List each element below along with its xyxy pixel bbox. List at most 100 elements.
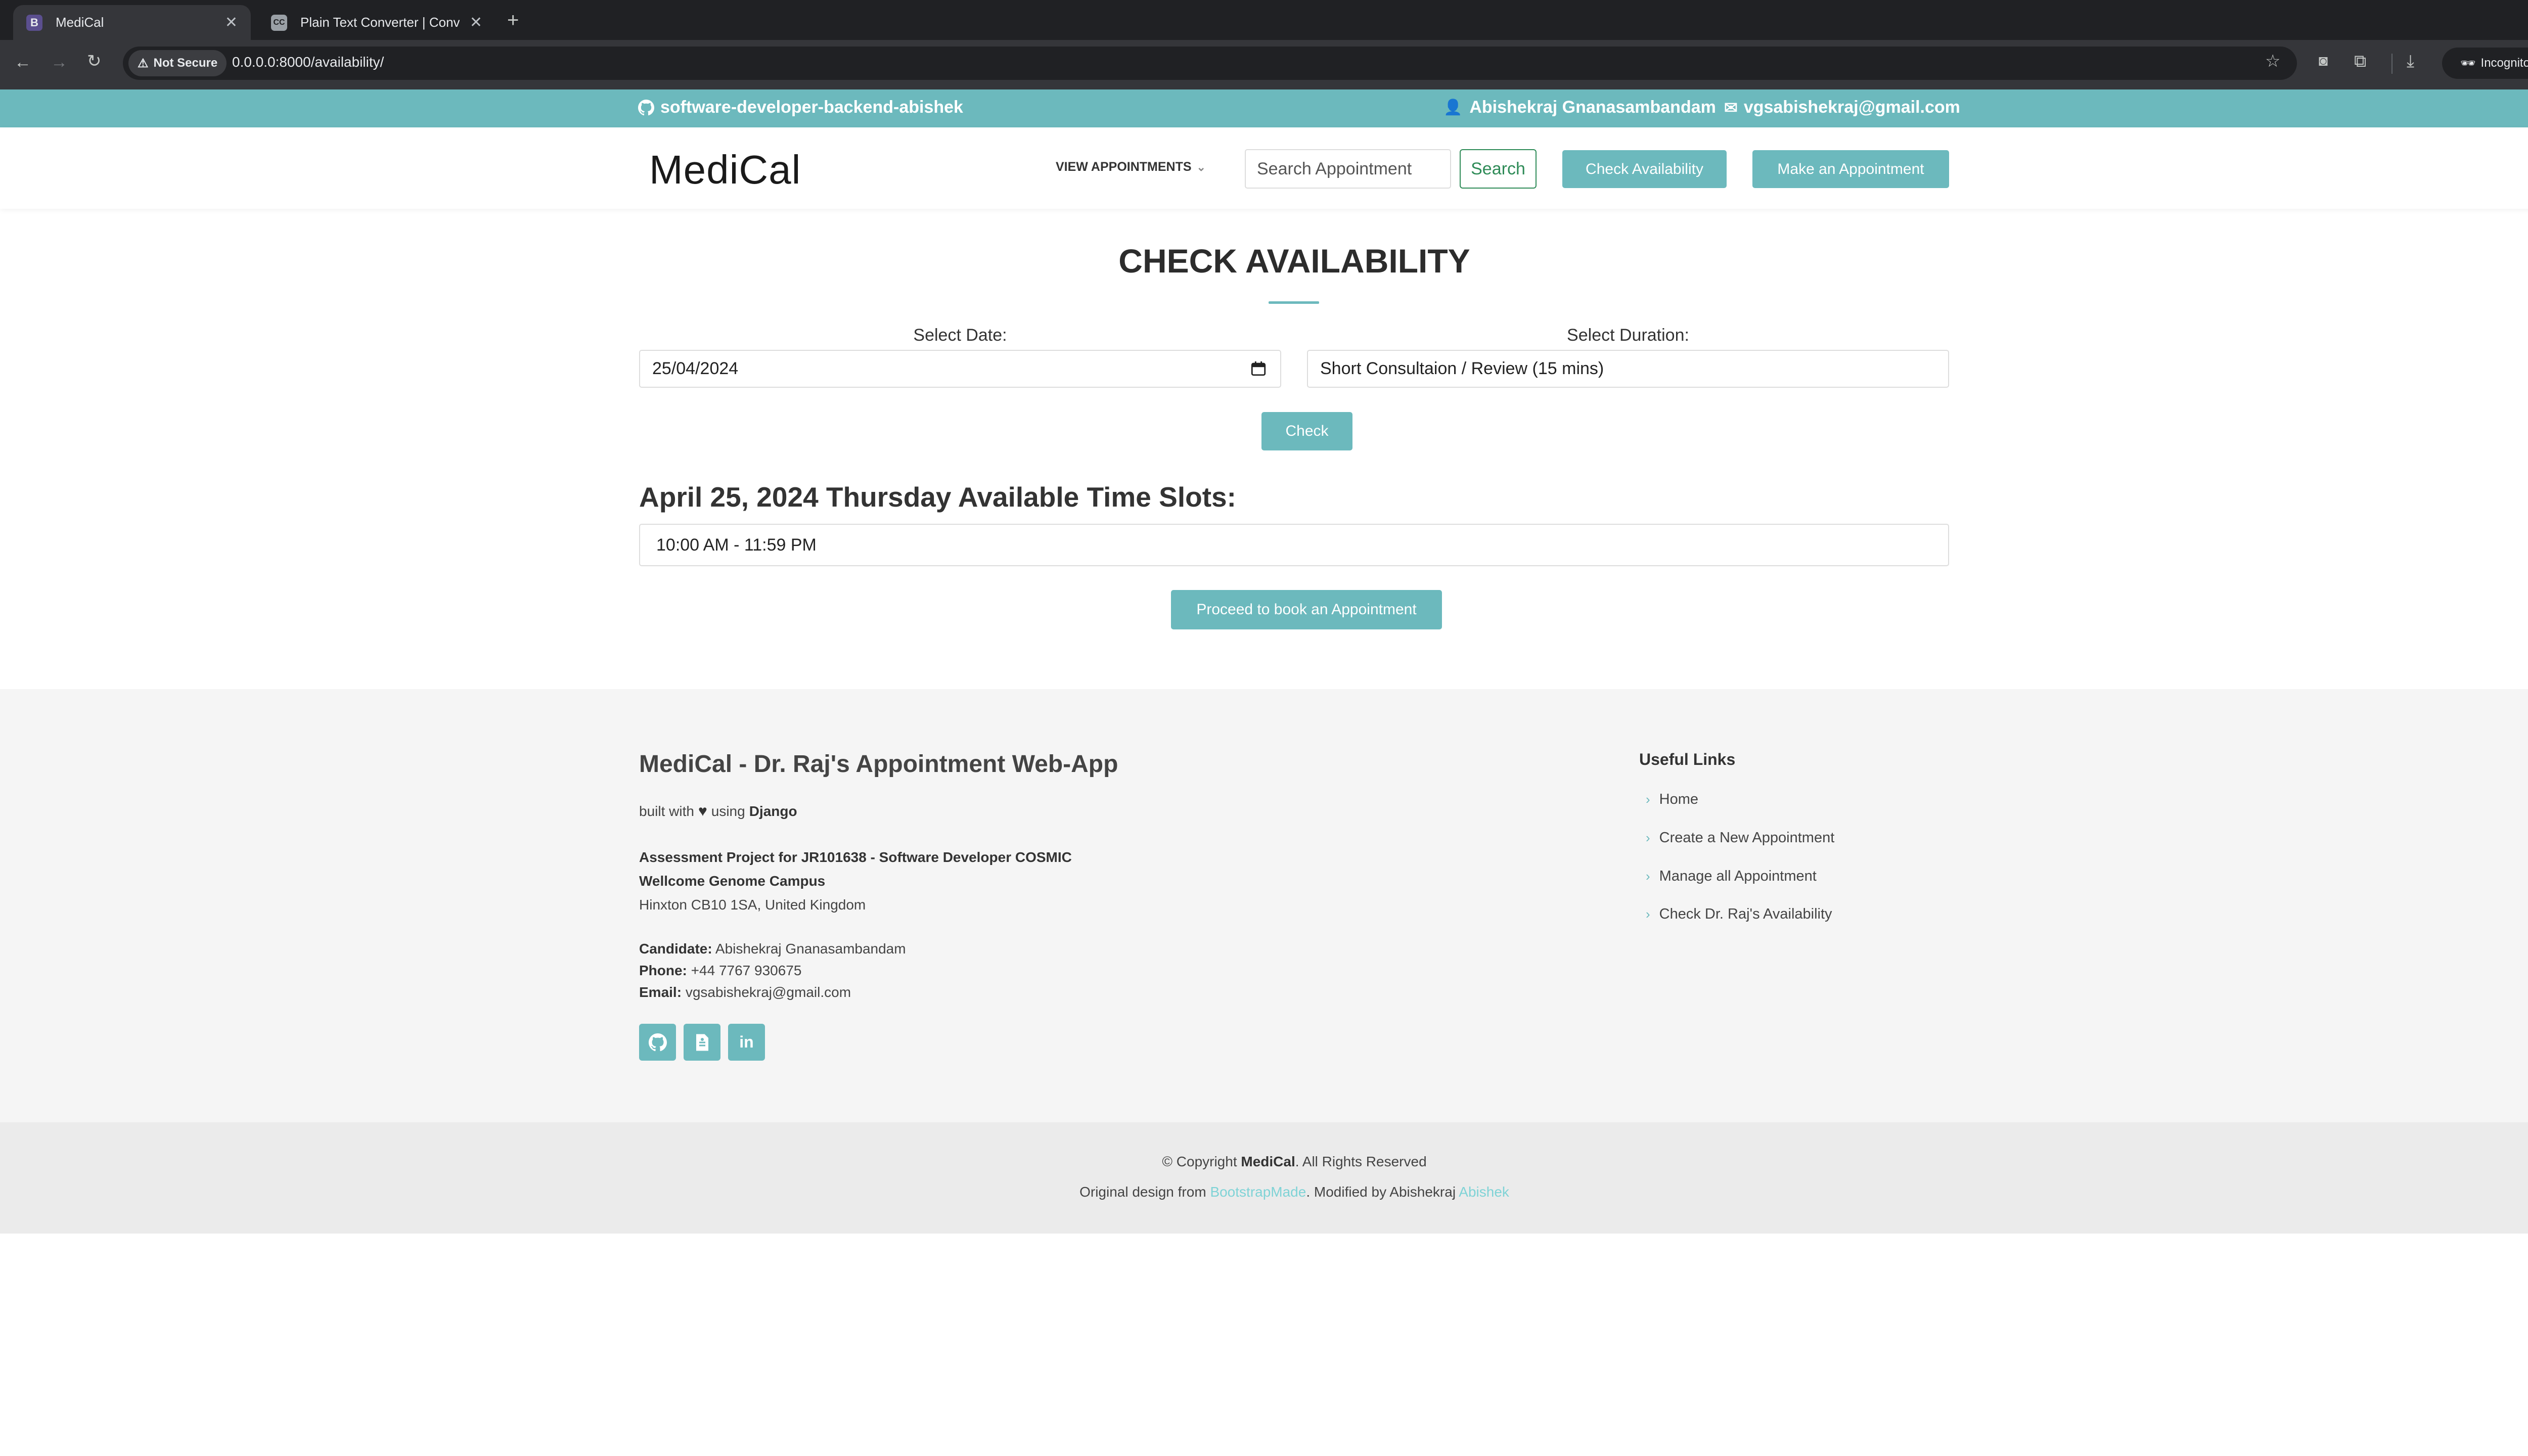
incognito-label: Incognito <box>2480 56 2528 70</box>
footer-link-label: Home <box>1659 791 1699 807</box>
copyright-suffix: . All Rights Reserved <box>1295 1154 1427 1169</box>
check-button[interactable]: Check <box>1261 412 1352 450</box>
document-icon <box>696 1034 708 1051</box>
tab-title: MediCal <box>56 15 104 30</box>
using-text: using <box>711 803 745 819</box>
toolbar-divider <box>2391 54 2392 74</box>
footer-link-label: Manage all Appointment <box>1659 868 1817 884</box>
footer-link-label: Check Dr. Raj's Availability <box>1659 906 1832 922</box>
security-chip[interactable]: ⚠ Not Secure <box>128 50 227 76</box>
duration-label: Select Duration: <box>1567 326 1689 345</box>
new-tab-icon[interactable]: + <box>507 10 519 30</box>
footer-link-manage-appointments[interactable]: › Manage all Appointment <box>1646 868 1817 885</box>
duration-select[interactable]: Short Consultaion / Review (15 mins) <box>1307 350 1949 388</box>
doctor-info: 👤 Abishekraj Gnanasambandam <box>1443 98 1716 117</box>
time-slot-item[interactable]: 10:00 AM - 11:59 PM <box>639 524 1949 566</box>
camera-icon[interactable]: ◙ <box>2319 54 2328 69</box>
chevron-right-icon: › <box>1646 906 1650 922</box>
search-input[interactable]: Search Appointment <box>1245 149 1451 189</box>
candidate-name: Abishekraj Gnanasambandam <box>715 941 906 957</box>
close-tab-icon[interactable]: ✕ <box>225 14 238 31</box>
tab-favicon: CC <box>271 14 287 31</box>
tab-favicon: B <box>26 14 42 31</box>
campus-line: Wellcome Genome Campus <box>639 873 826 889</box>
slots-heading: April 25, 2024 Thursday Available Time S… <box>639 481 1236 513</box>
proceed-book-button[interactable]: Proceed to book an Appointment <box>1171 590 1442 629</box>
email-address: vgsabishekraj@gmail.com <box>1743 98 1960 117</box>
extensions-icon[interactable]: ⧉ <box>2354 53 2366 70</box>
back-icon[interactable]: ← <box>14 54 31 71</box>
page-title: CHECK AVAILABILITY <box>1118 242 1470 280</box>
date-label: Select Date: <box>913 326 1007 345</box>
author-link[interactable]: Abishek <box>1459 1184 1509 1200</box>
site-topbar <box>0 89 2528 127</box>
warning-icon: ⚠ <box>138 56 149 70</box>
email-link[interactable]: ✉ vgsabishekraj@gmail.com <box>1724 98 1960 117</box>
forward-icon[interactable]: → <box>51 54 68 71</box>
calendar-icon[interactable] <box>1250 360 1267 377</box>
close-tab-icon[interactable]: ✕ <box>470 14 482 31</box>
design-credit-line: Original design from BootstrapMade. Modi… <box>0 1184 2528 1200</box>
view-appointments-dropdown[interactable]: VIEW APPOINTMENTS ⌄ <box>1056 160 1206 174</box>
footer <box>0 689 2528 1122</box>
resume-social-button[interactable] <box>684 1024 720 1061</box>
tab-title: Plain Text Converter | Convert <box>300 15 460 30</box>
linkedin-icon: in <box>739 1033 754 1051</box>
footer-app-title: MediCal - Dr. Raj's Appointment Web-App <box>639 751 1118 778</box>
copyright-line: © Copyright MediCal. All Rights Reserved <box>0 1154 2528 1170</box>
user-check-icon: 👤 <box>1443 99 1463 116</box>
footer-bottom <box>0 1122 2528 1234</box>
security-label: Not Secure <box>153 56 218 70</box>
incognito-chip[interactable]: 🕶 Incognito <box>2442 48 2528 79</box>
doctor-name: Abishekraj Gnanasambandam <box>1469 98 1716 117</box>
heart-icon: ♥ <box>698 803 707 820</box>
footer-link-home[interactable]: › Home <box>1646 791 1698 808</box>
download-icon[interactable]: ⤓ <box>2407 53 2414 70</box>
date-field[interactable]: 25/04/2024 <box>639 350 1281 388</box>
framework-name: Django <box>749 803 797 819</box>
bootstrapmade-link[interactable]: BootstrapMade <box>1210 1184 1306 1200</box>
check-availability-button[interactable]: Check Availability <box>1562 150 1727 188</box>
github-link[interactable]: software-developer-backend-abishek <box>638 98 963 117</box>
design-prefix: Original design from <box>1079 1184 1206 1200</box>
make-appointment-button[interactable]: Make an Appointment <box>1752 150 1949 188</box>
site-logo[interactable]: MediCal <box>649 147 801 193</box>
github-username: software-developer-backend-abishek <box>660 98 963 117</box>
linkedin-social-button[interactable]: in <box>728 1024 765 1061</box>
footer-link-create-appointment[interactable]: › Create a New Appointment <box>1646 830 1834 846</box>
phone-line: Phone: +44 7767 930675 <box>639 963 801 979</box>
built-with-line: built with ♥ using Django <box>639 803 797 820</box>
email-label: Email: <box>639 984 682 1000</box>
built-with-text: built with <box>639 803 694 819</box>
tab-medical[interactable]: B MediCal ✕ <box>13 5 251 40</box>
phone-label: Phone: <box>639 963 687 978</box>
reload-icon[interactable]: ↻ <box>87 53 102 70</box>
footer-link-label: Create a New Appointment <box>1659 830 1835 846</box>
url-text[interactable]: 0.0.0.0:8000/availability/ <box>232 54 384 70</box>
project-line: Assessment Project for JR101638 - Softwa… <box>639 849 1072 865</box>
chevron-right-icon: › <box>1646 792 1650 807</box>
phone-number: +44 7767 930675 <box>691 963 802 978</box>
search-button[interactable]: Search <box>1460 149 1537 189</box>
useful-links-title: Useful Links <box>1639 750 1736 768</box>
address-line: Hinxton CB10 1SA, United Kingdom <box>639 897 866 913</box>
github-icon <box>648 1033 667 1051</box>
tab-plain-text-converter[interactable]: CC Plain Text Converter | Convert ✕ <box>258 5 495 40</box>
email-value: vgsabishekraj@gmail.com <box>685 984 851 1000</box>
chevron-right-icon: › <box>1646 869 1650 884</box>
address-bar[interactable] <box>123 47 2297 80</box>
envelope-icon: ✉ <box>1724 98 1738 117</box>
github-social-button[interactable] <box>639 1024 676 1061</box>
copyright-prefix: © Copyright <box>1162 1154 1237 1169</box>
view-appointments-label: VIEW APPOINTMENTS <box>1056 160 1192 174</box>
bookmark-star-icon[interactable]: ☆ <box>2265 53 2280 70</box>
footer-link-check-availability[interactable]: › Check Dr. Raj's Availability <box>1646 906 1832 923</box>
candidate-label: Candidate: <box>639 941 712 957</box>
incognito-icon: 🕶 <box>2460 56 2476 70</box>
candidate-line: Candidate: Abishekraj Gnanasambandam <box>639 941 906 957</box>
social-links: in <box>639 1024 765 1061</box>
chevron-down-icon: ⌄ <box>1196 160 1206 173</box>
modified-by-text: . Modified by Abishekraj <box>1306 1184 1456 1200</box>
github-icon <box>638 99 654 115</box>
email-line: Email: vgsabishekraj@gmail.com <box>639 984 851 1000</box>
